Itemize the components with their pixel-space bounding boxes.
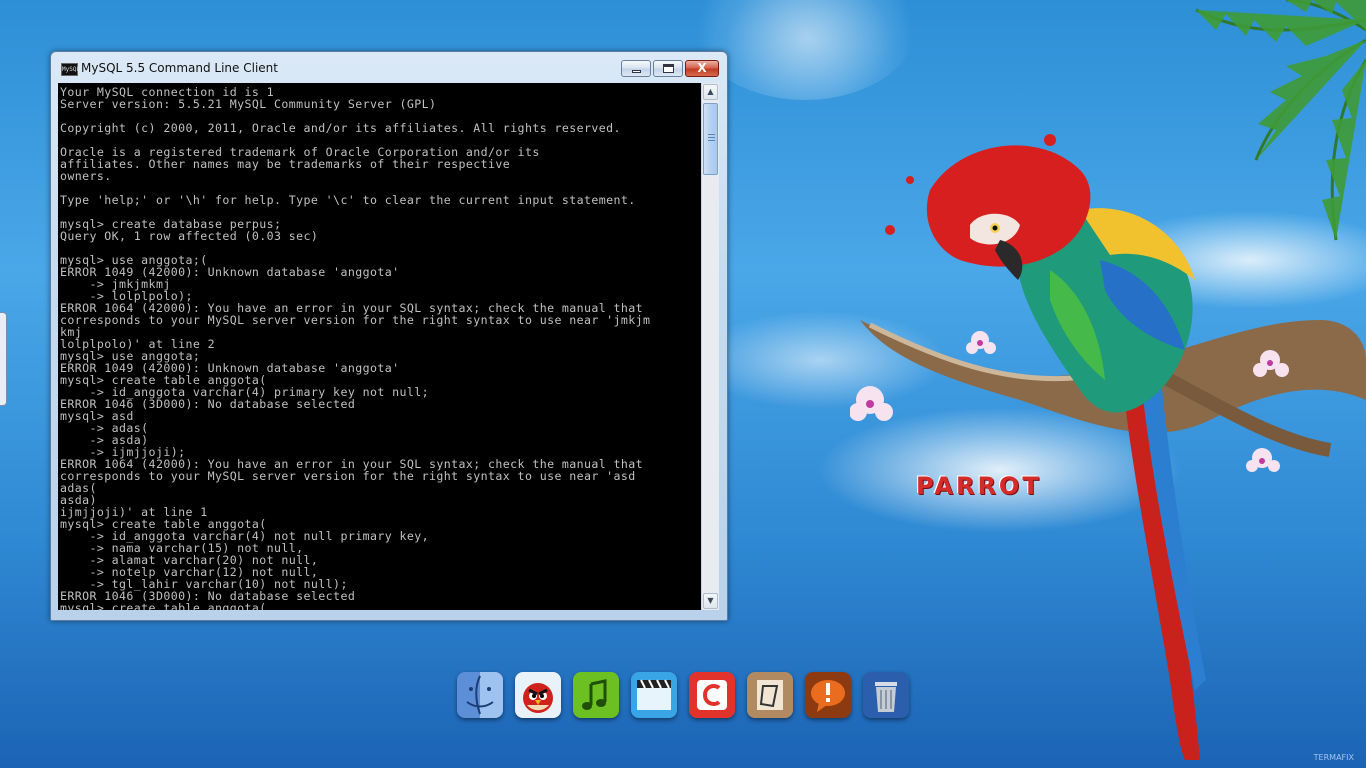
finder-icon[interactable] <box>457 672 503 718</box>
window-titlebar[interactable]: MySQL MySQL 5.5 Command Line Client X <box>51 52 727 82</box>
minimize-button[interactable] <box>621 60 651 77</box>
parrot-illustration <box>850 134 1366 760</box>
maximize-button[interactable] <box>653 60 683 77</box>
scrollbar-thumb[interactable] <box>703 103 718 175</box>
scrollbar-grip-icon <box>708 134 715 143</box>
wallpaper-logo-text: PARROT <box>916 472 1042 500</box>
sidebar-pull-tab[interactable] <box>0 312 7 406</box>
scroll-down-arrow-icon[interactable]: ▼ <box>703 593 718 609</box>
console-text[interactable]: Your MySQL connection id is 1 Server ver… <box>58 83 701 610</box>
vertical-scrollbar[interactable]: ▲ ▼ <box>701 83 719 610</box>
notes-app-icon[interactable] <box>747 672 793 718</box>
scroll-up-arrow-icon[interactable]: ▲ <box>703 84 718 100</box>
minimize-icon <box>632 70 641 73</box>
calendar-app-icon[interactable] <box>689 672 735 718</box>
app-dock <box>452 668 912 724</box>
console-app-icon: MySQL <box>61 63 80 76</box>
video-icon[interactable] <box>631 672 677 718</box>
angry-birds-icon[interactable] <box>515 672 561 718</box>
close-icon: X <box>697 61 707 75</box>
wallpaper-watermark: TERMAFIX <box>1313 753 1354 762</box>
alert-app-icon[interactable] <box>805 672 851 718</box>
mysql-console-window[interactable]: MySQL MySQL 5.5 Command Line Client X Yo… <box>50 51 728 621</box>
console-output-area[interactable]: Your MySQL connection id is 1 Server ver… <box>58 83 701 610</box>
trash-icon[interactable] <box>863 672 909 718</box>
music-icon[interactable] <box>573 672 619 718</box>
close-button[interactable]: X <box>685 60 719 77</box>
maximize-icon <box>663 64 674 73</box>
window-title: MySQL 5.5 Command Line Client <box>81 61 278 75</box>
